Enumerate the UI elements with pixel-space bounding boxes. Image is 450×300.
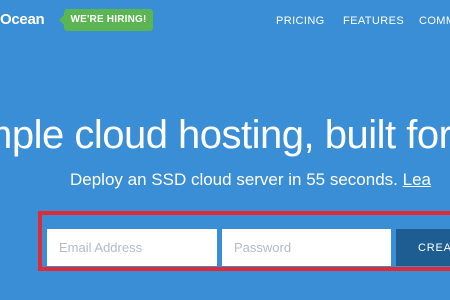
logo-text: Ocean [0, 11, 45, 28]
logo[interactable]: Ocean [0, 11, 45, 28]
hiring-badge[interactable]: WE'RE HIRING! [59, 9, 153, 31]
hero-subhead-text: Deploy an SSD cloud server in 55 seconds… [70, 170, 403, 189]
email-field[interactable] [47, 229, 217, 266]
password-field[interactable] [222, 229, 391, 266]
hero-subhead: Deploy an SSD cloud server in 55 seconds… [70, 170, 431, 190]
nav-features[interactable]: FEATURES [343, 15, 404, 27]
nav-community[interactable]: COMM [419, 15, 450, 27]
hero-headline: mple cloud hosting, built for d [0, 113, 450, 157]
learn-more-link[interactable]: Lea [403, 170, 431, 189]
nav-pricing[interactable]: PRICING [276, 15, 325, 27]
create-account-button[interactable]: CREAT [396, 229, 450, 266]
hiring-badge-label: WE'RE HIRING! [70, 14, 147, 25]
landing-page: Ocean WE'RE HIRING! PRICING FEATURES COM… [0, 0, 450, 300]
